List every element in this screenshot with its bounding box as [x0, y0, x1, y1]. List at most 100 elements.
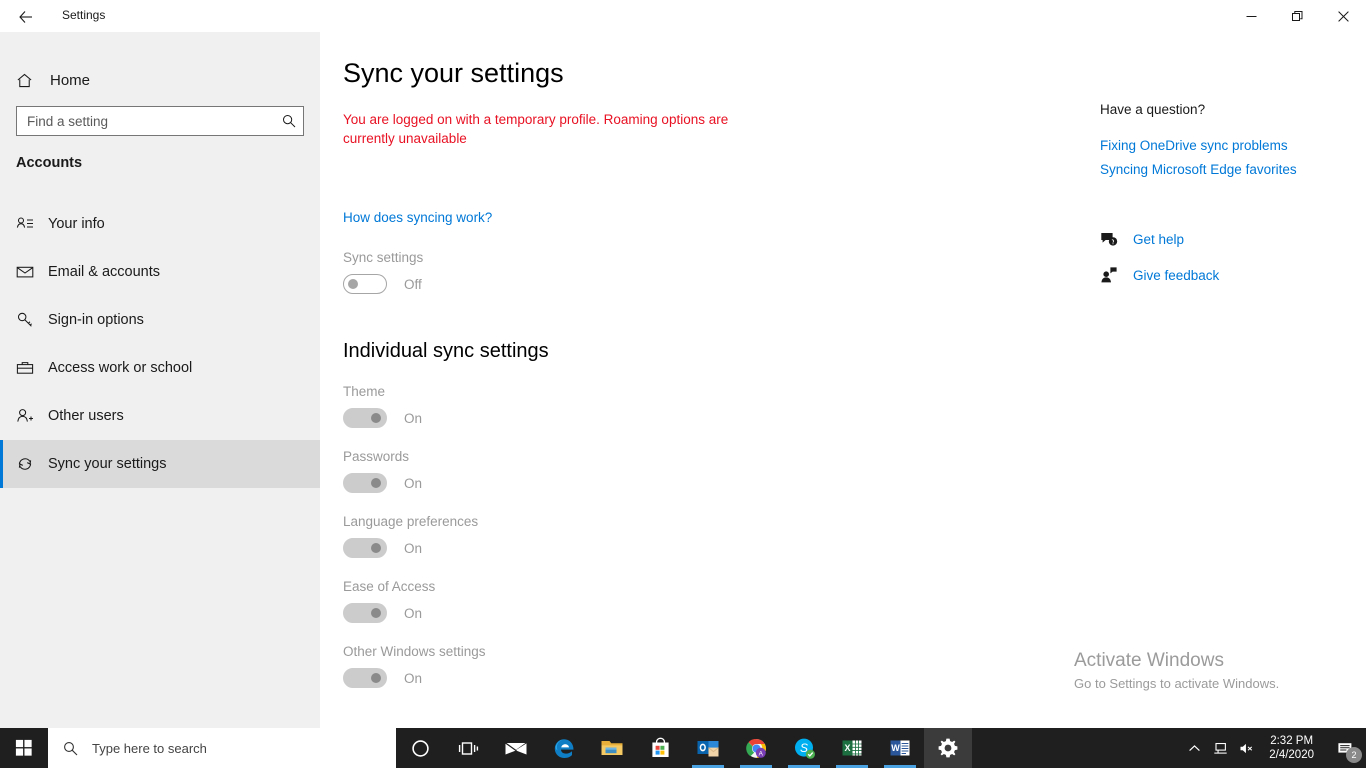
minimize-icon — [1246, 15, 1256, 17]
start-button[interactable] — [0, 728, 48, 768]
sync-settings-label: Sync settings — [343, 250, 424, 265]
ease-of-access-toggle[interactable] — [343, 603, 387, 623]
taskbar-edge-button[interactable] — [540, 728, 588, 768]
help-link-edge-favorites[interactable]: Syncing Microsoft Edge favorites — [1100, 162, 1297, 177]
language-preferences-toggle[interactable] — [343, 538, 387, 558]
toggle-state-label: On — [404, 540, 423, 556]
page-title: Sync your settings — [343, 58, 564, 88]
sidebar-item-email-accounts[interactable]: Email & accounts — [0, 248, 320, 296]
sync-item-passwords: Passwords On — [343, 449, 486, 493]
individual-sync-settings-list: Theme On Passwords On Language preferenc… — [343, 384, 486, 709]
sidebar-item-signin-options[interactable]: Sign-in options — [0, 296, 320, 344]
close-button[interactable] — [1320, 0, 1366, 32]
sync-item-other-windows-settings: Other Windows settings On — [343, 644, 486, 688]
sync-item-label: Passwords — [343, 449, 410, 464]
app-title: Settings — [62, 8, 106, 22]
sidebar-item-your-info[interactable]: Your info — [0, 200, 320, 248]
sidebar-item-label: Other users — [48, 408, 124, 424]
chrome-icon: A — [745, 738, 766, 758]
notification-count-badge: 2 — [1346, 747, 1362, 763]
sync-settings-toggle-row: Off — [343, 274, 423, 294]
taskbar-search-box[interactable]: Type here to search — [48, 728, 396, 768]
other-windows-settings-toggle[interactable] — [343, 668, 387, 688]
sidebar-item-other-users[interactable]: Other users — [0, 392, 320, 440]
search-box[interactable] — [16, 106, 304, 136]
sidebar-item-home[interactable]: Home — [0, 60, 320, 100]
search-input[interactable] — [17, 107, 275, 135]
taskbar-chrome-button[interactable]: A — [732, 728, 780, 768]
sidebar-item-label: Access work or school — [48, 360, 193, 376]
search-icon — [275, 114, 303, 128]
give-feedback-action[interactable]: Give feedback — [1100, 266, 1219, 284]
network-icon — [1214, 742, 1227, 754]
svg-text:X: X — [844, 743, 850, 753]
tray-network-button[interactable] — [1207, 728, 1233, 768]
windows-start-icon — [15, 739, 32, 756]
toggle-knob — [371, 543, 381, 553]
sync-settings-toggle[interactable] — [343, 274, 387, 294]
master-sync-section: Sync settings Off — [343, 250, 423, 294]
taskbar-word-button[interactable]: W — [876, 728, 924, 768]
watermark-title: Activate Windows — [1074, 650, 1224, 671]
selection-accent — [0, 248, 3, 296]
theme-toggle[interactable] — [343, 408, 387, 428]
taskbar-skype-button[interactable]: S — [780, 728, 828, 768]
tray-volume-button[interactable] — [1233, 728, 1259, 768]
help-link-onedrive[interactable]: Fixing OneDrive sync problems — [1100, 138, 1297, 153]
back-button[interactable] — [8, 4, 44, 30]
sidebar-item-label: Your info — [48, 216, 105, 232]
sidebar-item-access-work-school[interactable]: Access work or school — [0, 344, 320, 392]
sync-item-label: Theme — [343, 384, 386, 399]
sidebar: Home Accounts — [0, 32, 320, 728]
toggle-knob — [371, 478, 381, 488]
svg-text:A: A — [758, 750, 763, 757]
restore-button[interactable] — [1274, 0, 1320, 32]
taskbar-outlook-button[interactable] — [684, 728, 732, 768]
home-icon — [16, 72, 42, 89]
volume-muted-icon — [1240, 743, 1252, 753]
sidebar-item-label: Sync your settings — [48, 456, 167, 472]
taskbar-settings-button[interactable] — [924, 728, 972, 768]
taskbar-mail-button[interactable] — [492, 728, 540, 768]
help-links: Fixing OneDrive sync problems Syncing Mi… — [1100, 138, 1297, 186]
chevron-up-icon — [1188, 744, 1200, 751]
get-help-action[interactable]: Get help — [1100, 230, 1219, 248]
clock-time: 2:32 PM — [1270, 735, 1314, 747]
how-does-syncing-work-link[interactable]: How does syncing work? — [343, 210, 492, 225]
word-icon: W — [890, 740, 910, 755]
minimize-button[interactable] — [1228, 0, 1274, 32]
sync-item-language-preferences: Language preferences On — [343, 514, 486, 558]
action-center-button[interactable]: 2 — [1324, 728, 1366, 768]
window-controls — [1228, 0, 1366, 32]
taskbar-search-placeholder: Type here to search — [92, 740, 207, 756]
close-icon — [1337, 10, 1349, 22]
sync-icon — [16, 455, 48, 473]
taskbar-clock[interactable]: 2:32 PM 2/4/2020 — [1259, 734, 1324, 762]
clock-date: 2/4/2020 — [1269, 749, 1314, 761]
sidebar-item-label: Sign-in options — [48, 312, 144, 328]
taskbar-cortana-button[interactable] — [396, 728, 444, 768]
taskbar-apps: A S X W — [396, 728, 972, 768]
sidebar-nav: Your info Email & accounts Sign-in optio… — [0, 200, 320, 488]
category-title: Accounts — [16, 155, 83, 171]
toggle-state-label: On — [404, 605, 423, 621]
taskbar-microsoft-store-button[interactable] — [636, 728, 684, 768]
taskbar-file-explorer-button[interactable] — [588, 728, 636, 768]
excel-icon: X — [842, 740, 862, 755]
give-feedback-label: Give feedback — [1133, 267, 1220, 283]
key-icon — [16, 311, 48, 329]
sidebar-item-sync-your-settings[interactable]: Sync your settings — [0, 440, 320, 488]
envelope-icon — [16, 263, 48, 281]
taskbar-task-view-button[interactable] — [444, 728, 492, 768]
system-tray: 2:32 PM 2/4/2020 2 — [1181, 728, 1366, 768]
help-actions: Get help Give feedback — [1100, 230, 1219, 302]
taskbar-excel-button[interactable]: X — [828, 728, 876, 768]
tray-chevron-button[interactable] — [1181, 728, 1207, 768]
get-help-label: Get help — [1133, 231, 1185, 247]
selection-accent — [0, 200, 3, 248]
toggle-knob — [371, 608, 381, 618]
activate-windows-watermark: Activate Windows Go to Settings to activ… — [1074, 650, 1354, 691]
restore-icon — [1291, 10, 1302, 21]
sync-item-ease-of-access: Ease of Access On — [343, 579, 486, 623]
passwords-toggle[interactable] — [343, 473, 387, 493]
